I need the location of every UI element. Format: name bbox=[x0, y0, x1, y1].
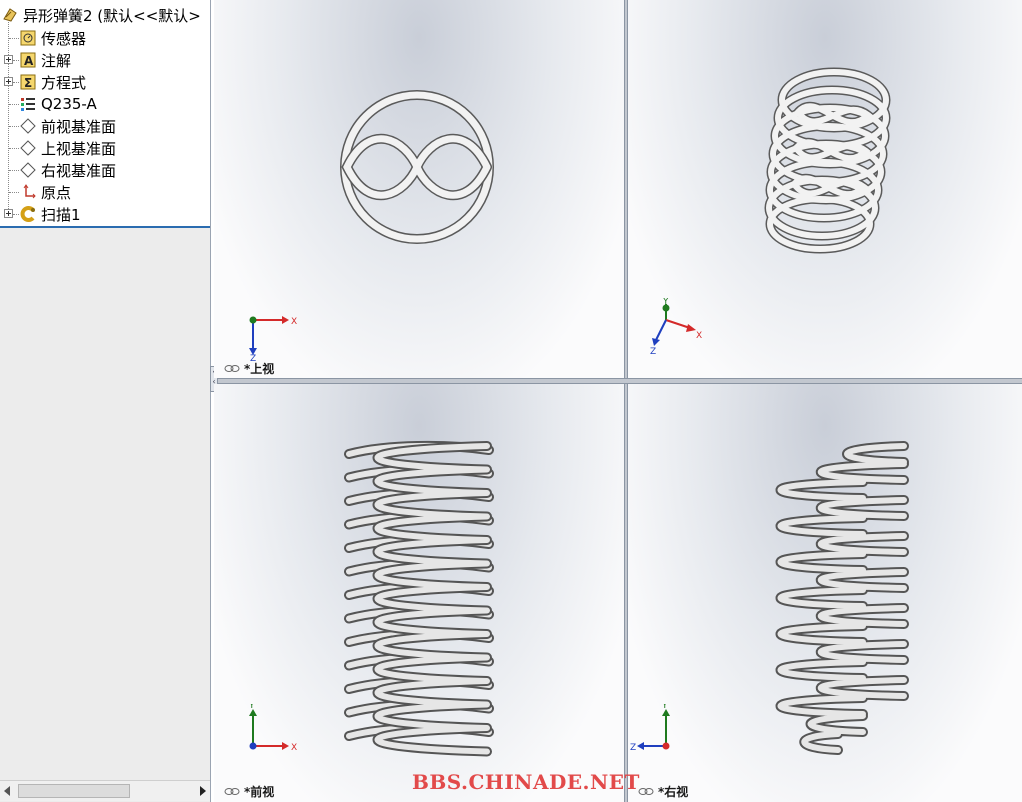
tree-item-label: 前视基准面 bbox=[41, 117, 117, 136]
axis-triad-top: X Z bbox=[249, 316, 297, 362]
plane-icon bbox=[20, 162, 36, 178]
tree-root-label: 异形弹簧2 (默认<<默认> bbox=[23, 6, 201, 25]
plane-icon bbox=[20, 140, 36, 156]
tree-item-equations[interactable]: Σ 方程式 bbox=[20, 71, 86, 93]
viewport-label-right[interactable]: *右视 bbox=[638, 783, 688, 800]
scroll-right-icon[interactable] bbox=[200, 786, 206, 796]
material-icon bbox=[20, 96, 36, 112]
feature-manager-tree: 异形弹簧2 (默认<<默认> 传感器 A 注解 Σ 方程式 Q235-A 前视基… bbox=[0, 0, 211, 802]
scroll-left-icon[interactable] bbox=[4, 786, 10, 796]
tree-item-sensors[interactable]: 传感器 bbox=[20, 27, 86, 49]
tree-item-sweep[interactable]: 扫描1 bbox=[20, 203, 81, 225]
viewport-front-view[interactable]: Y X *前视 bbox=[214, 384, 624, 802]
expand-toggle[interactable] bbox=[4, 209, 13, 218]
link-views-icon bbox=[224, 365, 240, 372]
axis-z-label: Z bbox=[650, 347, 656, 357]
spring-coil-right bbox=[775, 441, 909, 755]
viewport-name: *上视 bbox=[244, 362, 275, 376]
tree-item-label: 传感器 bbox=[41, 29, 87, 48]
viewport-name: *右视 bbox=[658, 785, 689, 799]
viewport-label-front[interactable]: *前视 bbox=[224, 783, 274, 800]
scroll-thumb[interactable] bbox=[18, 784, 130, 798]
tree-connector bbox=[8, 22, 9, 215]
viewport-isometric-view[interactable]: Y X Z bbox=[628, 0, 1022, 378]
tree-item-label: 方程式 bbox=[41, 73, 87, 92]
tree-item-origin[interactable]: 原点 bbox=[20, 181, 71, 203]
axis-triad-iso: Y X Z bbox=[650, 298, 702, 357]
axis-y-label: Y bbox=[248, 704, 255, 711]
tree-root-part[interactable]: 异形弹簧2 (默认<<默认> bbox=[2, 4, 201, 26]
axis-z-label: Z bbox=[630, 743, 636, 753]
sensor-icon bbox=[20, 30, 36, 46]
equation-icon: Σ bbox=[20, 74, 36, 90]
tree-item-right-plane[interactable]: 右视基准面 bbox=[20, 159, 116, 181]
annotation-icon: A bbox=[20, 52, 36, 68]
plane-icon bbox=[20, 118, 36, 134]
viewport-top-view[interactable]: X Z *上视 bbox=[214, 0, 624, 378]
feature-tree-list: 异形弹簧2 (默认<<默认> 传感器 A 注解 Σ 方程式 Q235-A 前视基… bbox=[0, 0, 210, 228]
tree-item-label: 扫描1 bbox=[41, 205, 81, 224]
svg-text:Σ: Σ bbox=[24, 76, 32, 90]
axis-y-label: Y bbox=[662, 298, 669, 307]
sweep-icon bbox=[20, 206, 36, 222]
link-views-icon bbox=[638, 788, 654, 795]
viewport-right-view[interactable]: Y Z *右视 bbox=[628, 384, 1022, 802]
link-views-icon bbox=[224, 788, 240, 795]
tree-item-label: 上视基准面 bbox=[41, 139, 117, 158]
tree-item-label: 右视基准面 bbox=[41, 161, 117, 180]
origin-icon bbox=[20, 184, 36, 200]
expand-toggle[interactable] bbox=[4, 77, 13, 86]
svg-text:A: A bbox=[24, 54, 34, 68]
tree-item-front-plane[interactable]: 前视基准面 bbox=[20, 115, 116, 137]
axis-triad-front: Y X bbox=[248, 704, 297, 753]
axis-x-label: X bbox=[291, 317, 297, 327]
expand-toggle[interactable] bbox=[4, 55, 13, 64]
tree-item-label: 原点 bbox=[41, 183, 72, 202]
watermark-text: BBS.CHINADE.NET bbox=[412, 770, 640, 794]
axis-y-label: Y bbox=[661, 704, 668, 711]
part-icon bbox=[2, 7, 18, 23]
axis-triad-right: Y Z bbox=[630, 704, 670, 753]
tree-item-material[interactable]: Q235-A bbox=[20, 93, 97, 115]
tree-item-label: 注解 bbox=[41, 51, 72, 70]
tree-item-top-plane[interactable]: 上视基准面 bbox=[20, 137, 116, 159]
tree-horizontal-scrollbar[interactable] bbox=[0, 780, 210, 801]
axis-x-label: X bbox=[696, 331, 702, 341]
viewport-name: *前视 bbox=[244, 785, 275, 799]
viewport-label-top[interactable]: *上视 bbox=[224, 360, 274, 377]
axis-x-label: X bbox=[291, 743, 297, 753]
tree-item-label: Q235-A bbox=[41, 95, 97, 113]
tree-item-annotations[interactable]: A 注解 bbox=[20, 49, 71, 71]
